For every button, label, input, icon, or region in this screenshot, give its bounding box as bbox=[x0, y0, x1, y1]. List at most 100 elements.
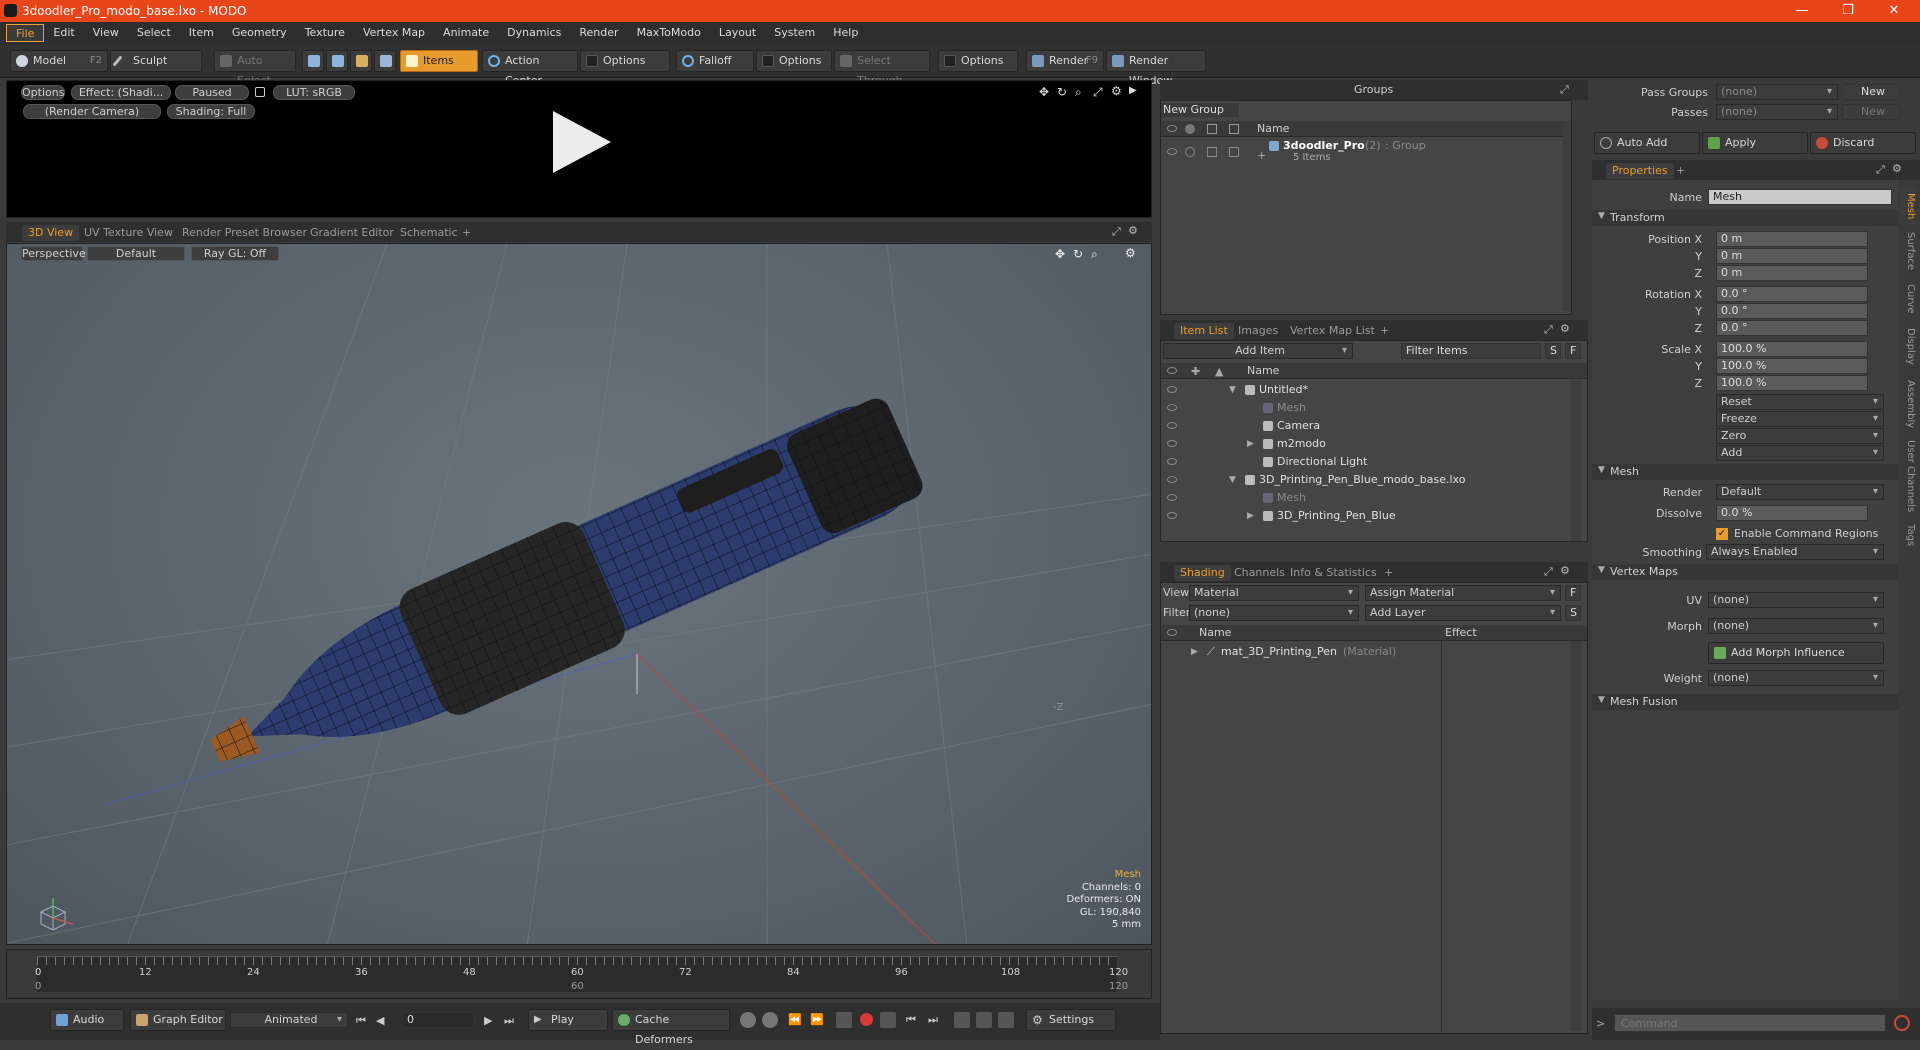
render-window-button[interactable]: Render Window bbox=[1106, 50, 1206, 87]
group-row[interactable]: 3doodler_Pro (2) : Group + 5 Items bbox=[1161, 139, 1571, 167]
maximize-panel-icon[interactable]: ⤢ bbox=[1112, 225, 1121, 239]
tab-gradient-editor[interactable]: Gradient Editor bbox=[304, 225, 400, 241]
item-row[interactable]: ▶ 3D_Printing_Pen_Blue bbox=[1161, 507, 1571, 525]
new-pass-group-button[interactable]: New bbox=[1842, 84, 1900, 100]
zoom-view-icon[interactable]: ⌕ bbox=[1075, 85, 1082, 100]
menu-file[interactable]: File bbox=[6, 24, 45, 42]
freeze-dropdown[interactable]: Freeze bbox=[1716, 411, 1884, 427]
menu-vertex-map[interactable]: Vertex Map bbox=[354, 24, 434, 42]
expand-arrow-icon[interactable]: ▶ bbox=[1247, 435, 1254, 453]
select-through-options-button[interactable]: Options bbox=[938, 50, 1018, 72]
position-z-field[interactable]: 0 m bbox=[1716, 265, 1868, 281]
select-through-button[interactable]: Select Through bbox=[834, 50, 930, 87]
timeline-ruler[interactable]: 0 12 24 36 48 60 72 84 96 108 120 0 60 1… bbox=[35, 956, 1128, 992]
items-button[interactable]: Items bbox=[400, 50, 478, 72]
gear-icon[interactable]: ⚙ bbox=[1560, 322, 1570, 335]
item-row[interactable]: ▼ Untitled* bbox=[1161, 381, 1571, 399]
select-toggle-icon[interactable] bbox=[1229, 147, 1239, 157]
menu-animate[interactable]: Animate bbox=[434, 24, 498, 42]
vertex-maps-section[interactable]: ▼ Vertex Maps bbox=[1592, 564, 1898, 580]
apply-button[interactable]: Apply bbox=[1702, 132, 1808, 154]
expand-plus-icon[interactable]: + bbox=[1257, 147, 1266, 165]
render-toggle-icon[interactable] bbox=[1185, 147, 1195, 157]
prev-frame-icon[interactable]: ◀ bbox=[376, 1014, 384, 1027]
close-button[interactable]: ✕ bbox=[1872, 0, 1916, 22]
expand-arrow-icon[interactable]: ▶ bbox=[1247, 507, 1254, 525]
eye-icon[interactable] bbox=[1167, 458, 1177, 465]
raygl-dropdown[interactable]: Ray GL: Off bbox=[191, 246, 279, 261]
eye-icon[interactable] bbox=[1167, 386, 1177, 393]
vtab-display[interactable]: Display bbox=[1900, 324, 1916, 368]
item-row[interactable]: ▶ m2modo bbox=[1161, 435, 1571, 453]
maximize-panel-icon[interactable]: ⤢ bbox=[1560, 83, 1569, 97]
menu-edit[interactable]: Edit bbox=[44, 24, 83, 42]
last-frame-icon[interactable]: ⏭ bbox=[504, 1014, 514, 1028]
maximize-button[interactable]: ❐ bbox=[1826, 0, 1870, 22]
render-preview[interactable]: Options Effect: (Shadi... Paused LUT: sR… bbox=[6, 80, 1152, 218]
rotation-x-field[interactable]: 0.0 ° bbox=[1716, 286, 1868, 302]
record-options-icon[interactable] bbox=[976, 1012, 992, 1028]
scale-y-field[interactable]: 100.0 % bbox=[1716, 358, 1868, 374]
play-button[interactable]: ▶ Play bbox=[528, 1009, 608, 1031]
add-dropdown[interactable]: Add bbox=[1716, 445, 1884, 461]
weight-dropdown[interactable]: (none) bbox=[1708, 670, 1884, 686]
morph-dropdown[interactable]: (none) bbox=[1708, 618, 1884, 634]
maximize-panel-icon[interactable]: ⤢ bbox=[1544, 323, 1553, 337]
frame-field[interactable]: 0 bbox=[402, 1012, 474, 1028]
effect-dropdown[interactable]: Effect: (Shadi... bbox=[71, 85, 171, 100]
mesh-fusion-section[interactable]: ▼ Mesh Fusion bbox=[1592, 694, 1898, 710]
position-x-field[interactable]: 0 m bbox=[1716, 231, 1868, 247]
gear-icon[interactable]: ⚙ bbox=[1128, 224, 1138, 237]
tab-images[interactable]: Images bbox=[1232, 323, 1284, 339]
pass-groups-dropdown[interactable]: (none) bbox=[1716, 84, 1838, 100]
select-edges-button[interactable] bbox=[326, 50, 348, 72]
timeline[interactable]: 0 12 24 36 48 60 72 84 96 108 120 0 60 1… bbox=[6, 949, 1152, 999]
discard-button[interactable]: Discard bbox=[1810, 132, 1916, 154]
record-options-icon[interactable] bbox=[880, 1012, 896, 1028]
eye-icon[interactable] bbox=[1167, 440, 1177, 447]
filter-f-button[interactable]: F bbox=[1565, 343, 1581, 359]
collapse-arrow-icon[interactable]: ▼ bbox=[1229, 471, 1236, 489]
menu-layout[interactable]: Layout bbox=[710, 24, 765, 42]
rotation-z-field[interactable]: 0.0 ° bbox=[1716, 320, 1868, 336]
expand-arrow-icon[interactable]: ▶ bbox=[1129, 85, 1137, 96]
lock-toggle-icon[interactable] bbox=[1207, 147, 1217, 157]
cache-deformers-button[interactable]: Cache Deformers bbox=[612, 1009, 730, 1046]
menu-select[interactable]: Select bbox=[128, 24, 180, 42]
move-view-icon[interactable]: ✥ bbox=[1055, 247, 1065, 261]
passes-dropdown[interactable]: (none) bbox=[1716, 104, 1838, 120]
prev-key-icon[interactable]: ⏪ bbox=[788, 1013, 802, 1026]
rotate-view-icon[interactable]: ↻ bbox=[1057, 85, 1067, 99]
play-preview-icon[interactable] bbox=[545, 107, 615, 177]
menu-render[interactable]: Render bbox=[570, 24, 627, 42]
reset-dropdown[interactable]: Reset bbox=[1716, 394, 1884, 410]
menu-geometry[interactable]: Geometry bbox=[223, 24, 296, 42]
command-input[interactable] bbox=[1614, 1014, 1886, 1032]
add-item-dropdown[interactable]: Add Item bbox=[1163, 343, 1353, 359]
record-icon[interactable] bbox=[860, 1013, 873, 1026]
graph-editor-button[interactable]: Graph Editor bbox=[130, 1009, 226, 1031]
next-frame-icon[interactable]: ▶ bbox=[484, 1014, 492, 1027]
eye-icon[interactable] bbox=[1167, 125, 1177, 132]
scale-z-field[interactable]: 100.0 % bbox=[1716, 375, 1868, 391]
rotate-view-icon[interactable]: ↻ bbox=[1073, 247, 1083, 261]
material-row[interactable]: ▶ ⟋ mat_3D_Printing_Pen (Material) bbox=[1161, 643, 1571, 661]
maximize-panel-icon[interactable]: ⤢ bbox=[1876, 163, 1885, 177]
preview-options-button[interactable]: Options bbox=[21, 85, 65, 100]
model-button[interactable]: Model F2 bbox=[10, 50, 108, 72]
groups-scrollbar[interactable] bbox=[1563, 121, 1571, 311]
filter-s-button[interactable]: S bbox=[1545, 343, 1561, 359]
auto-select-button[interactable]: Auto Select bbox=[214, 50, 296, 87]
new-pass-button[interactable]: New bbox=[1842, 104, 1900, 120]
dissolve-field[interactable]: 0.0 % bbox=[1716, 505, 1868, 521]
eye-icon[interactable] bbox=[1167, 367, 1177, 374]
eye-icon[interactable] bbox=[1167, 629, 1177, 636]
add-tab-button[interactable]: + bbox=[1378, 565, 1399, 581]
vtab-user-channels[interactable]: User Channels bbox=[1900, 438, 1916, 514]
eye-icon[interactable] bbox=[1167, 148, 1177, 155]
eye-icon[interactable] bbox=[1167, 404, 1177, 411]
action-center-options-button[interactable]: Options bbox=[580, 50, 670, 72]
add-tab-button[interactable]: + bbox=[1374, 323, 1395, 339]
item-row[interactable]: Directional Light bbox=[1161, 453, 1571, 471]
assign-material-dropdown[interactable]: Assign Material bbox=[1365, 585, 1561, 601]
